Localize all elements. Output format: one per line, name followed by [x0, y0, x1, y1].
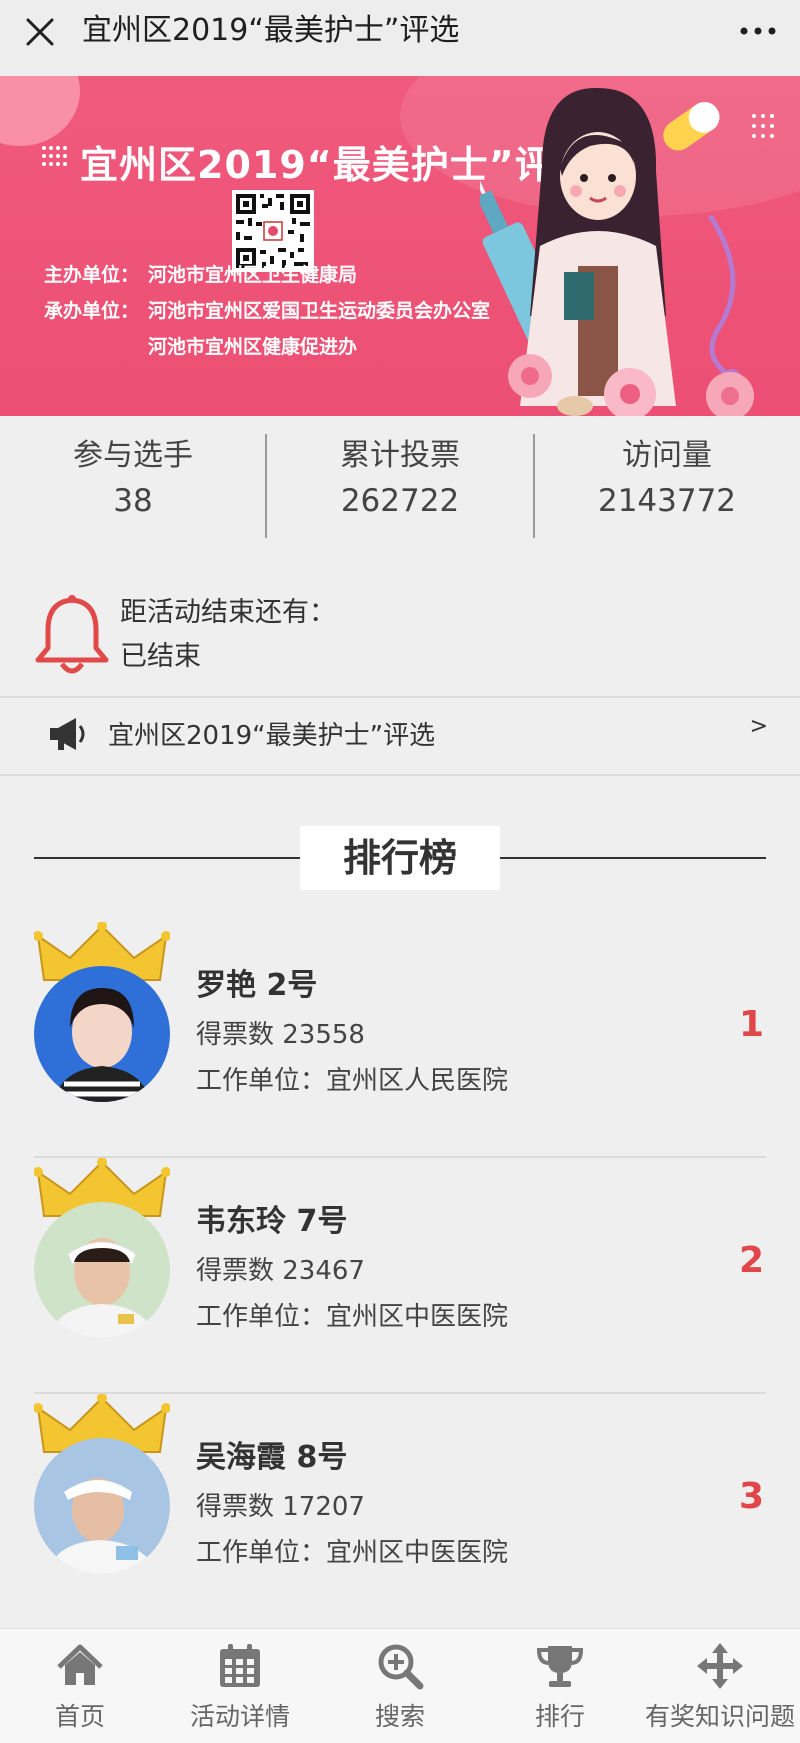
undertaker-label: 承办单位：	[44, 300, 140, 322]
undertaker-name: 河池市宜州区爱国卫生运动委员会办公室	[148, 300, 491, 322]
nurse-illustration	[480, 87, 754, 416]
countdown: 距活动结束还有： 已结束	[0, 572, 800, 696]
stat-participants: 参与选手 38	[0, 436, 266, 526]
rank-number: 1	[738, 1004, 764, 1045]
trophy-icon	[536, 1646, 584, 1687]
candidate-name: 罗艳 2号	[196, 968, 318, 1003]
stat-value: 38	[113, 483, 153, 519]
nav-label: 排行	[534, 1702, 585, 1731]
page-title: 宜州区2019“最美护士”评选	[82, 13, 460, 48]
avatar	[34, 966, 170, 1102]
close-icon[interactable]	[22, 14, 58, 50]
nav-quiz[interactable]: 有奖知识问题	[640, 1629, 800, 1743]
organizer-name: 河池市宜州区卫生健康局	[148, 264, 358, 286]
banner: 宜州区2019“最美护士”评选 主办单位： 河池市宜州区卫生健康局 承办单位： 河池…	[0, 76, 800, 416]
stat-value: 262722	[340, 483, 460, 519]
megaphone-icon	[50, 718, 85, 750]
work-unit: 工作单位：宜州区中医医院	[196, 1302, 509, 1332]
notice-bar[interactable]: 宜州区2019“最美护士”评选 >	[0, 696, 800, 776]
nav-ranking[interactable]: 排行	[480, 1629, 640, 1743]
candidate-name: 韦东玲 7号	[196, 1204, 348, 1239]
ranking-item[interactable]: 吴海霞 8号 得票数 17207 工作单位：宜州区中医医院 3	[34, 1392, 766, 1630]
organizer-line: 主办单位： 河池市宜州区卫生健康局	[44, 260, 357, 287]
nav-label: 活动详情	[189, 1702, 290, 1731]
nav-label: 搜索	[374, 1702, 425, 1731]
stat-value: 2143772	[597, 483, 737, 519]
avatar	[34, 1438, 170, 1574]
notice-text: 宜州区2019“最美护士”评选	[108, 721, 436, 751]
divider	[500, 857, 766, 859]
banner-flower-decoration	[0, 76, 80, 146]
candidate-name: 吴海霞 8号	[196, 1440, 348, 1475]
stat-visits: 访问量 2143772	[534, 436, 800, 526]
stat-label: 参与选手	[73, 438, 193, 473]
undertaker-name-2: 河池市宜州区健康促进办	[148, 336, 358, 358]
dots-decoration	[42, 146, 67, 166]
chevron-right-icon: >	[749, 714, 768, 739]
ranking-item[interactable]: 韦东玲 7号 得票数 23467 工作单位：宜州区中医医院 2	[34, 1156, 766, 1394]
vote-count: 得票数 17207	[196, 1492, 365, 1522]
nav-home[interactable]: 首页	[0, 1629, 160, 1743]
nav-search[interactable]: 搜索	[320, 1629, 480, 1743]
stat-label: 累计投票	[340, 438, 460, 473]
calendar-icon	[220, 1644, 260, 1687]
stats-bar: 参与选手 38 累计投票 262722 访问量 2143772	[0, 416, 800, 546]
work-unit: 工作单位：宜州区人民医院	[196, 1066, 509, 1096]
countdown-status: 已结束	[120, 641, 201, 672]
ranking-title: 排行榜	[342, 836, 457, 880]
home-icon	[57, 1644, 103, 1685]
title-bar: 宜州区2019“最美护士”评选	[0, 0, 800, 76]
nav-activity-details[interactable]: 活动详情	[160, 1629, 320, 1743]
more-icon[interactable]	[738, 26, 778, 36]
rank-number: 3	[738, 1476, 764, 1517]
avatar	[34, 1202, 170, 1338]
vote-count: 得票数 23558	[196, 1020, 365, 1050]
stat-total-votes: 累计投票 262722	[267, 436, 533, 526]
work-unit: 工作单位：宜州区中医医院	[196, 1538, 509, 1568]
undertaker-line-2: 河池市宜州区健康促进办	[44, 332, 357, 359]
ranking-heading: 排行榜	[0, 826, 800, 890]
bottom-nav: 首页 活动详情 搜索 排行 有奖知识问题	[0, 1628, 800, 1743]
nav-label: 首页	[54, 1702, 105, 1731]
countdown-label: 距活动结束还有：	[120, 597, 336, 628]
nav-label: 有奖知识问题	[644, 1702, 795, 1731]
search-icon	[378, 1644, 424, 1690]
organizer-label: 主办单位：	[44, 264, 140, 286]
stat-label: 访问量	[622, 438, 712, 473]
vote-count: 得票数 23467	[196, 1256, 365, 1286]
undertaker-line: 承办单位： 河池市宜州区爱国卫生运动委员会办公室	[44, 296, 490, 323]
divider	[34, 857, 300, 859]
move-icon	[697, 1643, 743, 1689]
bell-icon	[35, 595, 109, 674]
rank-number: 2	[738, 1240, 764, 1281]
ranking-item[interactable]: 罗艳 2号 得票数 23558 工作单位：宜州区人民医院 1	[34, 920, 766, 1158]
